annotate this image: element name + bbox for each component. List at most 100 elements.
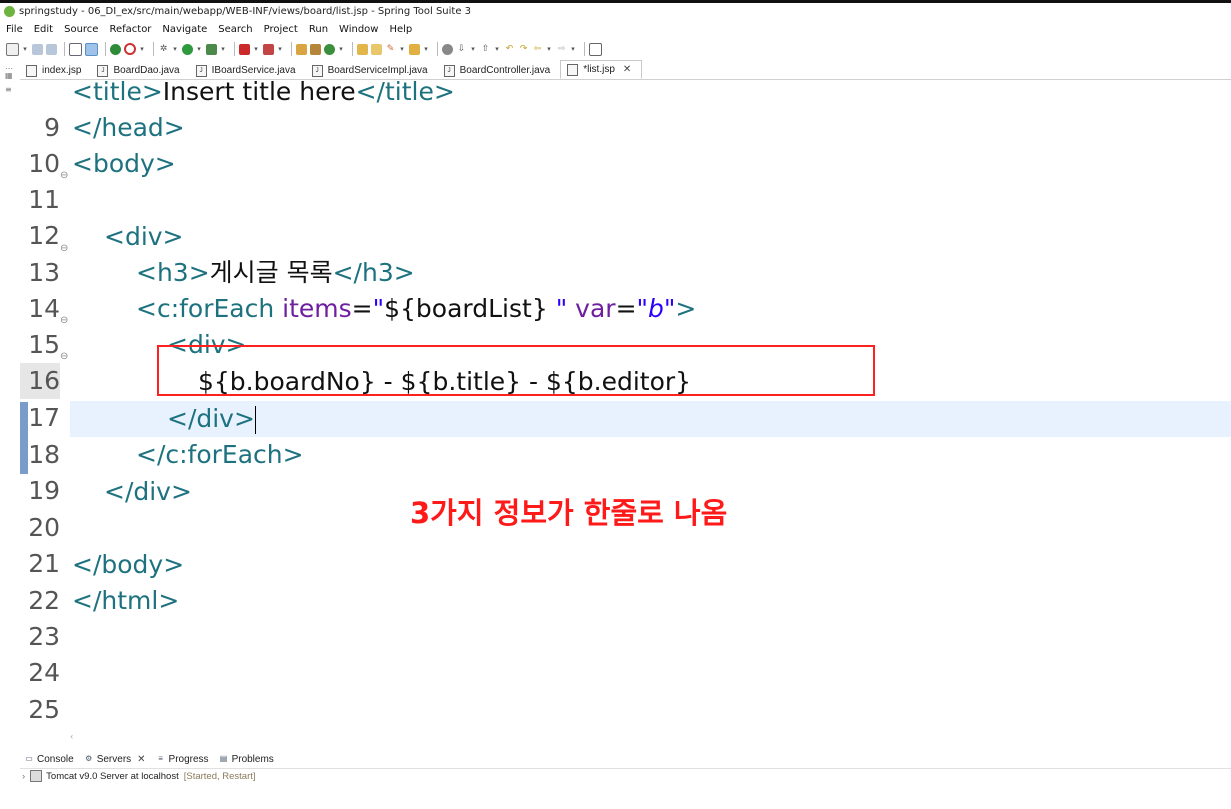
code-line: 12 [20, 182, 1231, 250]
chevron-down-icon[interactable]: ▾ [338, 44, 344, 55]
java-file-icon: J [195, 64, 207, 77]
chevron-right-icon[interactable]: › [22, 771, 25, 782]
tab-servers[interactable]: ⚙ Servers ✕ [80, 754, 152, 765]
close-icon[interactable]: ✕ [137, 754, 145, 765]
spring-boot-icon[interactable] [110, 43, 121, 55]
chevron-down-icon[interactable]: ▾ [494, 44, 500, 55]
run-icon[interactable] [182, 43, 193, 55]
tomcat-server-icon [30, 770, 43, 782]
server-icon[interactable] [263, 43, 274, 55]
code-editor[interactable]: 9 <title>Insert title here</title> 10 </… [20, 80, 1231, 732]
tab-iboardservice-java[interactable]: J IBoardService.java [190, 62, 306, 79]
open-type-icon[interactable] [357, 43, 368, 55]
tab-boarddao-java[interactable]: J BoardDao.java [91, 62, 189, 79]
java-file-icon: J [311, 64, 323, 77]
search-folder-icon[interactable] [409, 43, 420, 55]
menu-project[interactable]: Project [258, 24, 303, 35]
tab-list-jsp[interactable]: *list.jsp ✕ [560, 60, 643, 79]
code-line: 19 </c:forEach> [20, 437, 1231, 505]
quote-mark: " [555, 294, 568, 323]
var-value: "b" [636, 294, 676, 323]
menu-run[interactable]: Run [303, 24, 333, 35]
items-attribute: items [282, 294, 352, 323]
forward-icon[interactable]: ⇨ [556, 44, 567, 55]
outline-icon[interactable]: ≡ [5, 85, 14, 94]
class-icon[interactable] [310, 43, 321, 55]
horizontal-scrollbar[interactable]: ‹ [70, 732, 1231, 742]
tab-index-jsp[interactable]: index.jsp [20, 62, 91, 79]
close-icon[interactable]: ✕ [623, 64, 631, 75]
code-line: 24 [20, 619, 1231, 687]
title-text: Insert title here [162, 80, 356, 106]
chevron-down-icon[interactable]: ▾ [277, 44, 283, 55]
chevron-down-icon[interactable]: ▾ [172, 44, 178, 55]
menu-window[interactable]: Window [333, 24, 383, 35]
run-external-icon[interactable] [206, 43, 217, 55]
div-open-tag: <div> [104, 222, 184, 251]
chevron-down-icon[interactable]: ▾ [253, 44, 259, 55]
tab-label: BoardDao.java [113, 65, 180, 76]
package-icon[interactable] [296, 43, 307, 55]
save-all-icon[interactable] [46, 43, 57, 55]
highlight-box [157, 345, 875, 396]
menu-file[interactable]: File [0, 24, 28, 35]
main-toolbar: ▾ ▾ ✲ ▾ ▾ ▾ ▾ ▾ ▾ ✎ ▾ ▾ ⇩ ▾ ⇧ ▾ ↶ ↷ ⇦ ▾ ⇨ ▾ [0, 39, 1231, 59]
var-attribute: var [575, 294, 616, 323]
save-icon[interactable] [32, 43, 43, 55]
foreach-open-tag: <c:forEach [136, 294, 275, 323]
chevron-down-icon[interactable]: ▾ [546, 44, 552, 55]
prev-annotation-icon[interactable]: ⇧ [480, 44, 491, 55]
toggle-mark-icon[interactable] [85, 42, 98, 56]
last-edit-icon[interactable]: ↶ [504, 44, 515, 55]
chevron-down-icon[interactable]: ▾ [220, 44, 226, 55]
title-open-tag: <title> [72, 80, 163, 106]
tab-console[interactable]: ▭ Console [20, 754, 80, 765]
menu-navigate[interactable]: Navigate [156, 24, 212, 35]
code-line: 22 </body> [20, 547, 1231, 615]
bottom-panel-tabs: ▭ Console ⚙ Servers ✕ ≡ Progress ▤ Probl… [20, 750, 1231, 769]
pen-icon[interactable]: ✎ [385, 44, 396, 55]
code-line: 9 <title>Insert title here</title> [20, 80, 1231, 142]
tab-boardcontroller-java[interactable]: J BoardController.java [438, 62, 561, 79]
next-annotation-icon[interactable]: ⇩ [456, 44, 467, 55]
scroll-left-icon[interactable]: ‹ [70, 732, 73, 741]
h3-close-tag: </h3> [332, 258, 415, 287]
chevron-down-icon[interactable]: ▾ [22, 44, 28, 55]
stop-icon[interactable] [239, 43, 250, 55]
tab-progress[interactable]: ≡ Progress [152, 754, 215, 765]
tab-problems[interactable]: ▤ Problems [215, 754, 280, 765]
terminal-icon[interactable] [69, 42, 82, 56]
new-class-icon[interactable] [324, 43, 335, 55]
chevron-down-icon[interactable]: ▾ [470, 44, 476, 55]
tab-boardserviceimpl-java[interactable]: J BoardServiceImpl.java [306, 62, 438, 79]
jsp-file-icon [567, 63, 579, 76]
left-trim-strip: ⋯ ▦ ≡ [0, 61, 19, 741]
menu-source[interactable]: Source [58, 24, 103, 35]
annotation-icon[interactable] [442, 43, 453, 55]
h3-open-tag: <h3> [136, 258, 210, 287]
console-icon: ▭ [25, 754, 33, 763]
back-icon[interactable]: ⇦ [532, 44, 543, 55]
code-line: 11 ⊖ <body> [20, 146, 1231, 214]
server-name: Tomcat v9.0 Server at localhost [46, 770, 179, 782]
refresh-icon[interactable] [124, 43, 136, 55]
menu-refactor[interactable]: Refactor [103, 24, 156, 35]
line-number: 26 [20, 728, 60, 732]
server-entry[interactable]: › Tomcat v9.0 Server at localhost [Start… [22, 769, 256, 783]
menu-help[interactable]: Help [383, 24, 417, 35]
new-icon[interactable] [6, 42, 19, 56]
debug-icon[interactable]: ✲ [158, 44, 169, 55]
chevron-down-icon[interactable]: ▾ [570, 44, 576, 55]
package-explorer-icon[interactable]: ▦ [5, 71, 14, 80]
chevron-down-icon[interactable]: ▾ [196, 44, 202, 55]
quote-mark: " [372, 294, 385, 323]
chevron-down-icon[interactable]: ▾ [399, 44, 405, 55]
pin-editor-icon[interactable] [589, 42, 602, 56]
menu-edit[interactable]: Edit [28, 24, 58, 35]
menu-search[interactable]: Search [212, 24, 257, 35]
chevron-down-icon[interactable]: ▾ [139, 44, 145, 55]
toolbar-separator [105, 42, 106, 56]
next-edit-icon[interactable]: ↷ [518, 44, 529, 55]
chevron-down-icon[interactable]: ▾ [423, 44, 429, 55]
open-folder-icon[interactable] [371, 43, 382, 55]
